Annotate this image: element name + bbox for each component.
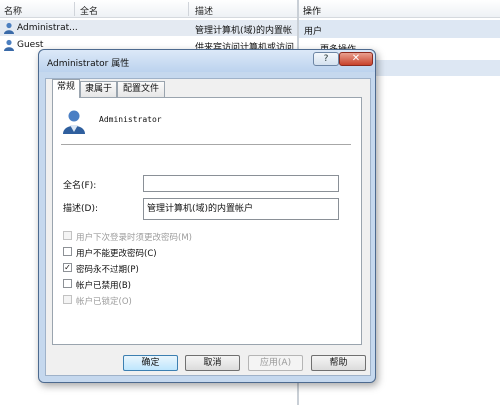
help-icon-button[interactable]: ? [313,52,339,66]
checkbox-label[interactable]: 帐户已禁用(B) [76,279,131,291]
dialog-titlebar[interactable]: Administrator 属性 ? ✕ [39,50,375,72]
checkbox-box [63,295,72,304]
user-icon [63,110,85,134]
column-divider[interactable] [74,2,75,16]
actions-section-selected[interactable] [370,60,500,76]
divider [61,144,351,145]
properties-dialog: Administrator 属性 ? ✕ 常规 隶属于 配置文件 Adminis… [38,49,376,383]
column-header-description[interactable]: 描述 [195,4,213,17]
table-row-administrator[interactable]: Administrat... 管理计算机(域)的内置帐 [0,20,297,36]
actions-title: 操作 [303,7,322,17]
actions-section-users[interactable]: 用户 [299,20,500,38]
checkbox-label: 帐户已锁定(O) [76,297,132,307]
checkbox-label[interactable]: 用户不能更改密码(C) [76,247,157,259]
dialog-body: 常规 隶属于 配置文件 Administrator 全名(F): 描述(D): … [45,78,371,376]
user-icon [4,39,14,51]
account-name: Administrator [99,115,162,124]
tab-general[interactable]: 常规 [52,79,80,98]
tab-profile[interactable]: 配置文件 [117,81,165,97]
description-input[interactable]: 管理计算机(域)的内置帐户 [143,198,339,220]
description-label: 描述(D): [63,204,98,214]
user-list-header: 名称 全名 描述 [0,0,297,18]
actions-pane-header: 操作 [299,0,500,18]
checkbox-box [63,231,72,240]
user-name: Administrat... [17,23,78,33]
full-name-input[interactable] [143,175,339,192]
close-button[interactable]: ✕ [339,52,373,66]
user-name: Guest [17,40,44,50]
dialog-title: Administrator 属性 [47,59,130,69]
help-button[interactable]: 帮助 [311,355,366,371]
column-header-fullname[interactable]: 全名 [80,4,98,17]
column-header-name[interactable]: 名称 [4,4,22,17]
checkbox-label[interactable]: 密码永不过期(P) [76,263,139,275]
user-description: 管理计算机(域)的内置帐 [195,26,293,36]
full-name-label: 全名(F): [63,181,97,191]
checkbox-box[interactable]: ✓ [63,263,72,272]
checkbox-box[interactable] [63,247,72,256]
computer-management-window: 名称 全名 描述 Administrat... 管理计算机(域)的内置帐 Gue… [0,0,500,405]
general-tab-panel: Administrator 全名(F): 描述(D): 管理计算机(域)的内置帐… [52,97,362,345]
checkbox-box[interactable] [63,279,72,288]
user-icon [4,22,14,34]
checkbox-label: 用户下次登录时须更改密码(M) [76,233,192,243]
apply-button[interactable]: 应用(A) [248,355,303,371]
column-divider[interactable] [188,2,189,16]
actions-section-label: 用户 [304,27,323,37]
cancel-button[interactable]: 取消 [185,355,240,371]
ok-button[interactable]: 确定 [123,355,178,371]
tab-member-of[interactable]: 隶属于 [80,81,117,97]
